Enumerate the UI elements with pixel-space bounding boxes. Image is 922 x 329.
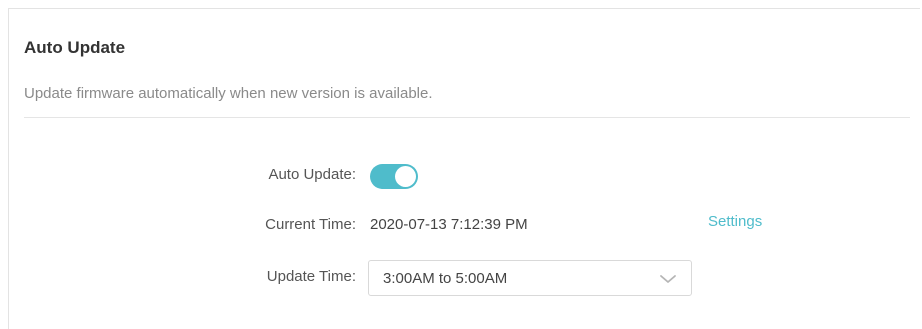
auto-update-toggle[interactable] xyxy=(370,164,418,189)
section-title: Auto Update xyxy=(24,38,126,57)
chevron-down-icon xyxy=(660,275,676,283)
divider xyxy=(24,117,910,118)
toggle-knob xyxy=(395,166,416,187)
update-time-selected-value: 3:00AM to 5:00AM xyxy=(383,270,508,287)
update-time-label: Update Time: xyxy=(266,268,356,285)
section-description: Update firmware automatically when new v… xyxy=(24,85,433,102)
current-time-label: Current Time: xyxy=(265,216,356,233)
auto-update-label: Auto Update: xyxy=(268,166,356,183)
update-time-select[interactable]: 3:00AM to 5:00AM xyxy=(368,260,692,296)
current-time-value: 2020-07-13 7:12:39 PM xyxy=(370,216,528,233)
settings-link[interactable]: Settings xyxy=(708,213,762,230)
